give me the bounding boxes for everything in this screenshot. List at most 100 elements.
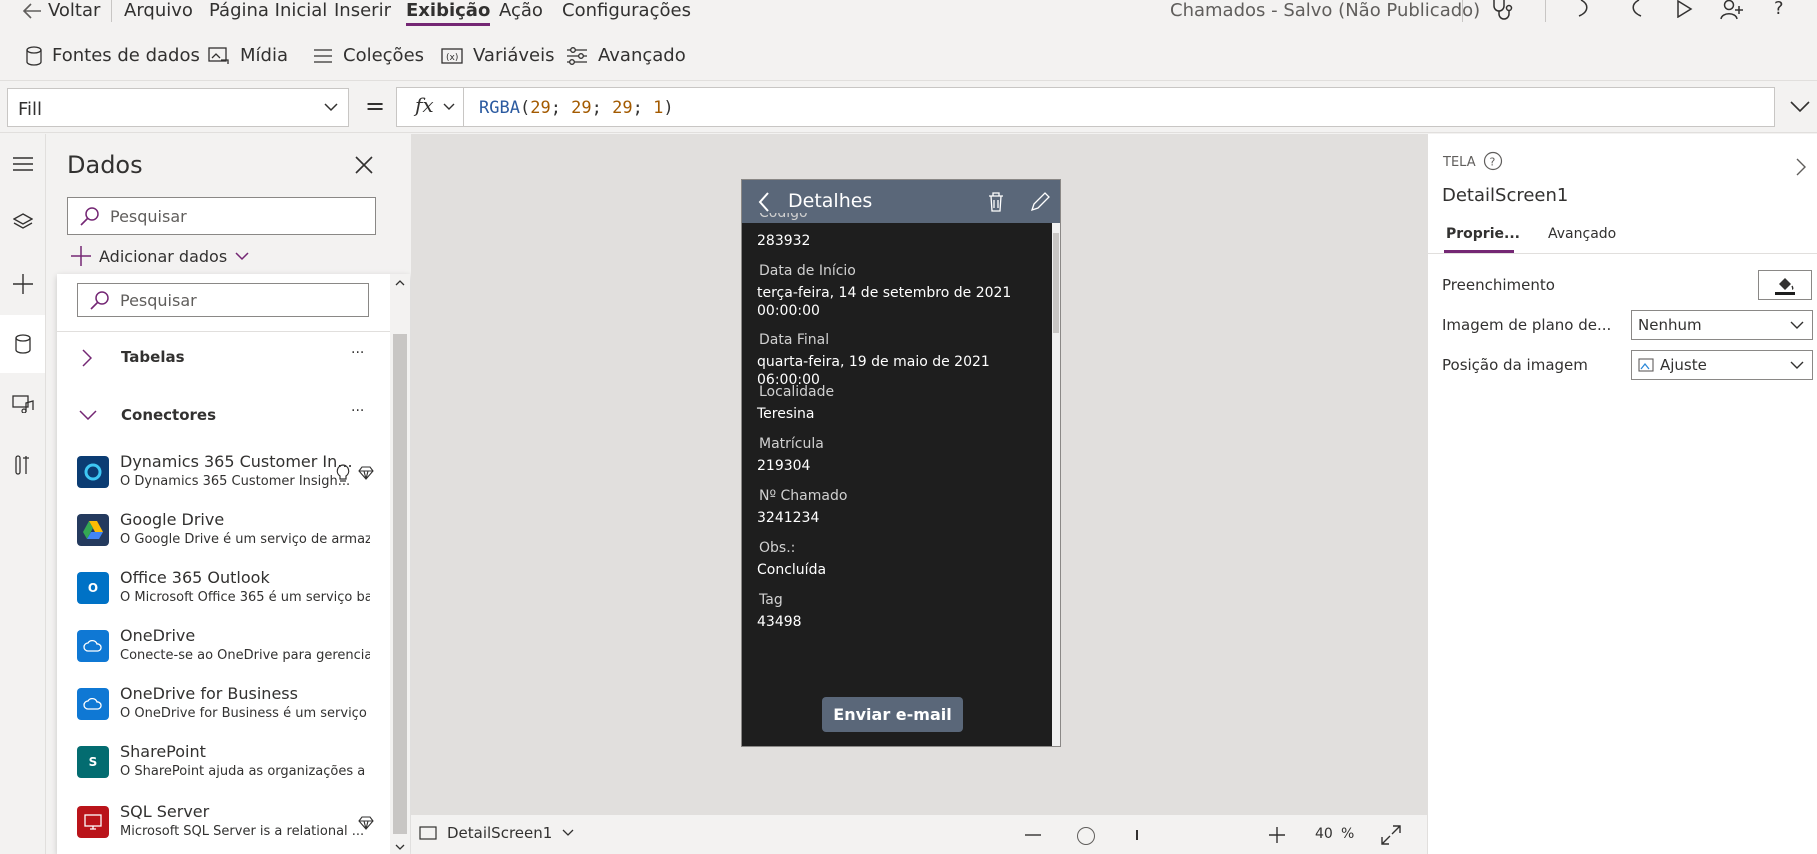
scroll-down-icon[interactable] (395, 844, 405, 850)
chevron-down-icon (235, 251, 249, 261)
scroll-thumb[interactable] (393, 334, 407, 834)
plus-icon[interactable] (4, 265, 42, 303)
expand-formula-icon[interactable] (1790, 101, 1810, 113)
field-label-obs: Obs.: (759, 540, 796, 556)
help-icon[interactable]: ? (1774, 0, 1784, 19)
section-conectores[interactable]: Conectores ··· (57, 388, 389, 444)
plus-icon (71, 246, 91, 266)
onedrive-cloud-icon (77, 630, 109, 662)
connector-onedrive[interactable]: OneDrive Conecte-se ao OneDrive para ger… (57, 618, 389, 676)
panel-kind-label: TELA (1443, 155, 1476, 170)
ribbon-data-sources[interactable]: Fontes de dados (26, 45, 200, 66)
screen-title: Detalhes (788, 190, 873, 212)
layers-icon[interactable] (4, 203, 42, 241)
google-drive-logo-icon (77, 514, 109, 546)
zoom-value[interactable]: 40 (1315, 826, 1333, 842)
ribbon-variables[interactable]: (x) Variáveis (441, 45, 554, 66)
zoom-out-icon[interactable] (1025, 834, 1041, 836)
list-icon (313, 48, 333, 64)
panel-title: Dados (67, 151, 143, 179)
menu-acao[interactable]: Ação (499, 0, 543, 22)
more-options-icon[interactable]: ··· (351, 345, 364, 361)
detail-screen-preview[interactable]: Detalhes Código 283932 Data de Início te… (741, 179, 1061, 747)
section-tabelas[interactable]: Tabelas ··· (57, 330, 389, 386)
menu-exibicao[interactable]: Exibição (406, 0, 491, 26)
add-data-flyout: Pesquisar Tabelas ··· Conectores ··· Dyn… (57, 274, 410, 854)
ribbon-collections[interactable]: Coleções (313, 45, 424, 66)
screen-icon (419, 826, 437, 840)
fit-to-window-icon[interactable] (1381, 825, 1401, 845)
add-data-button[interactable]: Adicionar dados (71, 246, 249, 266)
back-chevron-icon[interactable] (758, 192, 770, 212)
formula-input[interactable]: fx RGBA(29; 29; 29; 1) (396, 87, 1775, 127)
search-input[interactable]: Pesquisar (67, 197, 376, 235)
chevron-down-icon (79, 410, 97, 420)
field-value-n-chamado: 3241234 (757, 510, 820, 526)
media-rail-icon[interactable] (4, 385, 42, 423)
image-position-dropdown[interactable]: Ajuste (1631, 350, 1813, 380)
connector-google-drive[interactable]: Google Drive O Google Drive é um serviço… (57, 502, 389, 560)
connector-onedrive-business[interactable]: OneDrive for Business O OneDrive for Bus… (57, 676, 389, 734)
lightbulb-icon[interactable] (336, 464, 350, 484)
field-value-tag: 43498 (757, 614, 802, 630)
fx-icon[interactable]: fx (415, 93, 434, 117)
background-image-dropdown[interactable]: Nenhum (1631, 310, 1813, 340)
back-button[interactable]: Voltar (22, 0, 100, 22)
scroll-up-icon[interactable] (395, 280, 405, 286)
trash-icon[interactable] (988, 192, 1004, 212)
zoom-in-icon[interactable] (1269, 827, 1285, 843)
menu-arquivo[interactable]: Arquivo (124, 0, 193, 22)
chevron-right-icon (82, 349, 92, 367)
share-user-icon[interactable] (1720, 0, 1744, 20)
property-dropdown[interactable]: Fill (7, 88, 349, 127)
more-options-icon[interactable]: ··· (351, 403, 364, 419)
prop-background-image-label: Imagem de plano de... (1442, 316, 1612, 334)
stethoscope-icon[interactable] (1490, 0, 1516, 20)
redo-icon[interactable] (1625, 0, 1645, 20)
phone-scrollbar[interactable] (1052, 223, 1060, 746)
field-label-data-final: Data Final (759, 332, 830, 348)
formula-bar: Fill = fx RGBA(29; 29; 29; 1) (0, 80, 1817, 133)
chevron-down-icon[interactable] (443, 103, 455, 111)
field-label-n-chamado: Nº Chamado (759, 488, 848, 504)
menu-inserir[interactable]: Inserir (334, 0, 391, 22)
sharepoint-logo-icon: S (77, 746, 109, 778)
connector-sql-server[interactable]: SQL Server Microsoft SQL Server is a rel… (57, 794, 389, 852)
svg-text:?: ? (1490, 156, 1496, 169)
hamburger-menu-icon[interactable] (4, 145, 42, 183)
scroll-thumb[interactable] (1053, 233, 1059, 333)
close-icon[interactable] (355, 156, 373, 174)
tab-properties[interactable]: Proprie... (1446, 226, 1520, 242)
fill-color-picker[interactable] (1758, 270, 1812, 300)
ribbon-advanced[interactable]: Avançado (566, 45, 686, 66)
database-icon (26, 45, 42, 66)
ribbon-media[interactable]: Mídia (208, 45, 288, 66)
variable-icon: (x) (441, 47, 463, 64)
data-rail-icon[interactable] (0, 315, 45, 373)
undo-icon[interactable] (1575, 0, 1595, 20)
flyout-search-input[interactable]: Pesquisar (77, 283, 369, 317)
flyout-scrollbar[interactable] (390, 274, 410, 854)
tab-advanced[interactable]: Avançado (1548, 226, 1616, 242)
field-label-data-inicio: Data de Início (759, 263, 856, 279)
menu-pagina-inicial[interactable]: Página Inicial (209, 0, 327, 22)
menu-configuracoes[interactable]: Configurações (562, 0, 691, 22)
screen-selector[interactable]: DetailScreen1 (419, 824, 574, 842)
play-icon[interactable] (1675, 0, 1693, 18)
tools-icon[interactable] (4, 446, 42, 484)
field-value-localidade: Teresina (757, 406, 815, 422)
send-email-button[interactable]: Enviar e-mail (822, 697, 963, 732)
zoom-slider-thumb[interactable] (1077, 827, 1095, 845)
connector-sharepoint[interactable]: S SharePoint O SharePoint ajuda as organ… (57, 734, 389, 792)
zoom-unit: % (1341, 826, 1355, 842)
help-circle-icon[interactable]: ? (1483, 151, 1503, 171)
field-label-codigo: Código (759, 213, 808, 221)
edit-pencil-icon[interactable] (1030, 192, 1050, 212)
field-label-localidade: Localidade (759, 384, 835, 400)
search-icon (90, 290, 110, 310)
connector-dynamics-365[interactable]: Dynamics 365 Customer In... O Dynamics 3… (57, 444, 389, 502)
outlook-logo-icon: O (77, 572, 109, 604)
connector-office-365-outlook[interactable]: O Office 365 Outlook O Microsoft Office … (57, 560, 389, 618)
collapse-panel-icon[interactable] (1796, 158, 1806, 176)
menu-bar: Voltar Arquivo Página Inicial Inserir Ex… (0, 0, 1817, 26)
